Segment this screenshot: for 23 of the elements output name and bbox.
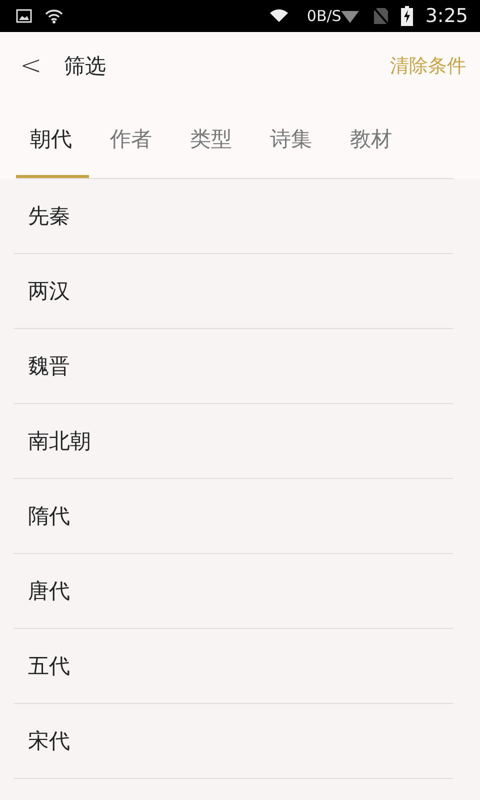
list-item[interactable]: 五代 (28, 652, 70, 680)
tab[interactable]: 作者 (96, 125, 176, 178)
signal-icon (339, 8, 362, 24)
wifi-icon (44, 8, 64, 24)
battery-charging-icon (401, 6, 414, 26)
tab[interactable]: 朝代 (16, 125, 89, 178)
image-icon (16, 9, 32, 23)
network-speed: 0B/S (306, 7, 342, 25)
list-item[interactable]: 魏晋 (28, 352, 70, 380)
tab[interactable]: 类型 (176, 125, 256, 178)
list-item[interactable]: 宋代 (28, 727, 70, 755)
page-title: 筛选 (64, 53, 106, 80)
clock: 3:25 (425, 5, 468, 27)
wifi-icon (268, 9, 289, 23)
list-item[interactable]: 唐代 (28, 577, 70, 605)
back-button[interactable]: < (14, 51, 48, 81)
list-item[interactable]: 南北朝 (28, 427, 91, 455)
tab[interactable]: 诗集 (256, 125, 336, 178)
tab[interactable]: 教材 (336, 125, 416, 178)
list-item[interactable]: 隋代 (28, 502, 70, 530)
list-item[interactable]: 先秦 (28, 202, 70, 230)
no-sim-icon (373, 7, 390, 25)
list-item[interactable]: 两汉 (28, 277, 70, 305)
